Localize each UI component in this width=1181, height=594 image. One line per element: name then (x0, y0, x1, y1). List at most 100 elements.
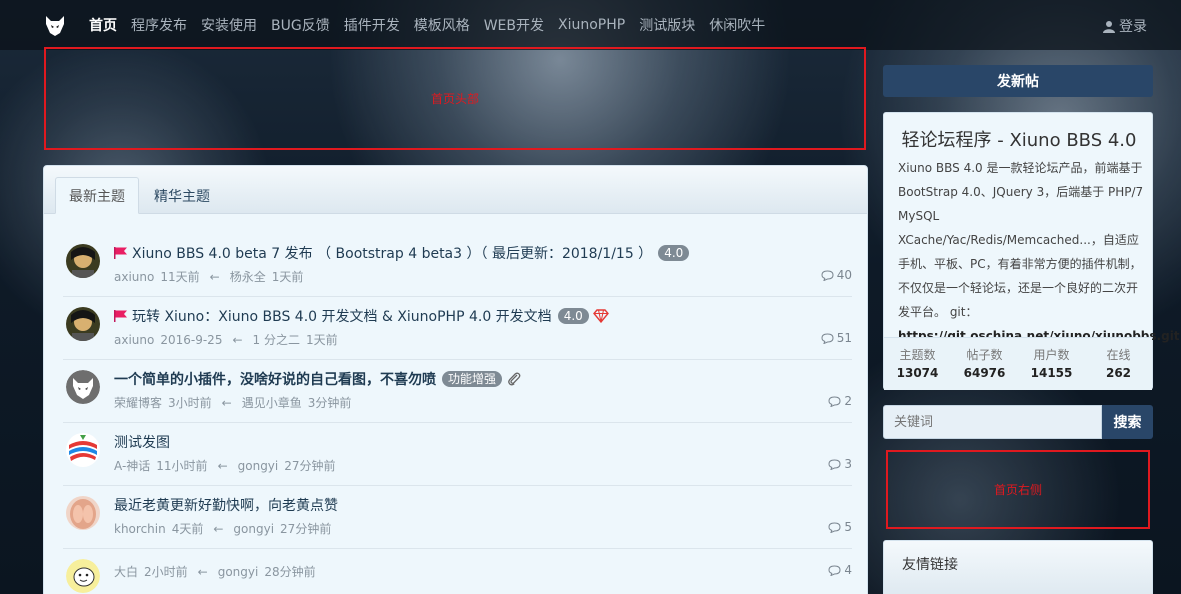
comment-icon (821, 269, 834, 281)
login-link[interactable]: 登录 (1103, 16, 1147, 36)
stat-value: 14155 (1030, 366, 1073, 380)
stat-online: 在线 262 (1085, 338, 1152, 390)
thread-row[interactable]: Xiuno BBS 4.0 beta 7 发布 （ Bootstrap 4 be… (63, 234, 852, 297)
avatar[interactable] (66, 370, 100, 404)
last-reply-user[interactable]: gongyi (233, 522, 274, 536)
search-form: 搜索 (883, 405, 1153, 439)
nav-item-xiunophp[interactable]: XiunoPHP (558, 17, 625, 33)
thread-title-text: 测试发图 (114, 435, 170, 451)
avatar[interactable] (66, 307, 100, 341)
thread-time: 4天前 (171, 522, 204, 536)
reply-count-value: 40 (836, 268, 852, 282)
thread-time: 11天前 (160, 270, 200, 284)
thread-time: 3小时前 (168, 396, 212, 410)
thread-time: 11小时前 (156, 459, 208, 473)
nav-item-release[interactable]: 程序发布 (131, 15, 187, 35)
thread-tabs: 最新主题 精华主题 (44, 166, 867, 214)
stat-label: 在线 (1106, 348, 1131, 362)
home-header-label: 首页头部 (430, 92, 479, 106)
thread-time: 2小时前 (144, 565, 188, 579)
thread-title[interactable]: 最近老黄更新好勤快啊，向老黄点赞 (114, 495, 338, 515)
thread-author[interactable]: khorchin (114, 522, 166, 536)
thread-row[interactable]: 大白 2小时前 ← gongyi 28分钟前 4 (63, 549, 852, 594)
last-reply-time: 27分钟前 (280, 522, 332, 536)
user-icon (1103, 20, 1115, 33)
thread-author[interactable]: 荣耀博客 (114, 396, 162, 410)
friend-links-card: 友情链接 (883, 540, 1153, 594)
left-arrow-icon: ← (221, 396, 232, 410)
nav-item-web[interactable]: WEB开发 (484, 15, 544, 35)
avatar[interactable] (66, 559, 100, 593)
thread-author[interactable]: 大白 (114, 565, 138, 579)
thread-author[interactable]: axiuno (114, 270, 154, 284)
thread-title-text: 最近老黄更新好勤快啊，向老黄点赞 (114, 498, 338, 514)
avatar[interactable] (66, 244, 100, 278)
comment-icon (821, 332, 834, 344)
nav-item-plugin[interactable]: 插件开发 (344, 15, 400, 35)
avatar[interactable] (66, 496, 100, 530)
thread-meta: A-神话 11小时前 ← gongyi 27分钟前 (114, 457, 342, 474)
thread-time: 2016-9-25 (160, 333, 223, 347)
avatar[interactable] (66, 433, 100, 467)
version-badge: 4.0 (658, 245, 690, 261)
reply-count: 3 (828, 457, 852, 471)
last-reply-user[interactable]: gongyi (238, 459, 279, 473)
reply-count-value: 51 (836, 331, 852, 345)
paperclip-icon (508, 372, 521, 386)
stat-value: 64976 (963, 366, 1006, 380)
thread-meta: axiuno 11天前 ← 杨永全 1天前 (114, 268, 309, 285)
stat-label: 用户数 (1033, 348, 1070, 362)
site-logo-icon[interactable] (45, 15, 65, 37)
comment-icon (828, 458, 841, 470)
last-reply-user[interactable]: gongyi (218, 565, 259, 579)
stat-value: 262 (1105, 366, 1132, 380)
last-reply-time: 1天前 (271, 270, 304, 284)
nav-item-bug[interactable]: BUG反馈 (271, 15, 330, 35)
thread-row[interactable]: 测试发图 A-神话 11小时前 ← gongyi 27分钟前 3 (63, 423, 852, 486)
last-reply-user[interactable]: 1 分之二 (253, 333, 300, 347)
thread-title-text: 玩转 Xiuno：Xiuno BBS 4.0 开发文档 & XiunoPHP 4… (132, 309, 552, 325)
search-button[interactable]: 搜索 (1102, 405, 1153, 439)
reply-count-value: 3 (844, 457, 852, 471)
tab-digest[interactable]: 精华主题 (141, 177, 223, 214)
last-reply-user[interactable]: 杨永全 (230, 270, 266, 284)
comment-icon (828, 395, 841, 407)
thread-author[interactable]: A-神话 (114, 459, 150, 473)
left-arrow-icon: ← (197, 565, 208, 579)
thread-author[interactable]: axiuno (114, 333, 154, 347)
left-arrow-icon: ← (232, 333, 243, 347)
flag-icon (114, 310, 127, 322)
thread-title-text: Xiuno BBS 4.0 beta 7 发布 （ Bootstrap 4 be… (132, 246, 653, 262)
search-input[interactable] (883, 405, 1102, 439)
site-description: Xiuno BBS 4.0 是一款轻论坛产品，前端基于 BootStrap 4.… (898, 156, 1180, 348)
left-arrow-icon: ← (209, 270, 220, 284)
thread-title[interactable]: 测试发图 (114, 432, 170, 452)
thread-row[interactable]: 玩转 Xiuno：Xiuno BBS 4.0 开发文档 & XiunoPHP 4… (63, 297, 852, 360)
thread-title[interactable]: 玩转 Xiuno：Xiuno BBS 4.0 开发文档 & XiunoPHP 4… (114, 306, 609, 326)
nav-item-install[interactable]: 安装使用 (201, 15, 257, 35)
thread-list-card: 最新主题 精华主题 Xiuno BBS 4.0 beta 7 发布 （ Boot… (43, 165, 868, 594)
flag-icon (114, 247, 127, 259)
comment-icon (828, 521, 841, 533)
left-arrow-icon: ← (213, 522, 224, 536)
nav-item-chat[interactable]: 休闲吹牛 (709, 15, 765, 35)
stat-label: 主题数 (899, 348, 936, 362)
nav-item-home[interactable]: 首页 (89, 15, 117, 35)
last-reply-user[interactable]: 遇见小章鱼 (242, 396, 302, 410)
nav-item-test[interactable]: 测试版块 (639, 15, 695, 35)
top-navbar: 首页 程序发布 安装使用 BUG反馈 插件开发 模板风格 WEB开发 Xiuno… (0, 0, 1181, 50)
thread-title[interactable]: Xiuno BBS 4.0 beta 7 发布 （ Bootstrap 4 be… (114, 243, 690, 263)
main-nav: 首页 程序发布 安装使用 BUG反馈 插件开发 模板风格 WEB开发 Xiuno… (89, 0, 779, 50)
new-post-button[interactable]: 发新帖 (883, 65, 1153, 97)
site-title: 轻论坛程序 - Xiuno BBS 4.0 (901, 130, 1137, 151)
thread-row[interactable]: 最近老黄更新好勤快啊，向老黄点赞 khorchin 4天前 ← gongyi 27分钟前… (63, 486, 852, 549)
comment-icon (828, 564, 841, 576)
tab-latest[interactable]: 最新主题 (55, 177, 139, 214)
reply-count: 40 (821, 268, 852, 282)
thread-title[interactable]: 一个简单的小插件，没啥好说的自己看图，不喜勿喷 功能增强 (114, 369, 521, 389)
nav-item-theme[interactable]: 模板风格 (414, 15, 470, 35)
version-badge: 4.0 (557, 308, 589, 324)
thread-meta: axiuno 2016-9-25 ← 1 分之二 1天前 (114, 331, 344, 348)
thread-row[interactable]: 一个简单的小插件，没啥好说的自己看图，不喜勿喷 功能增强 荣耀博客 3小时前 ← 遇见… (63, 360, 852, 423)
home-right-label: 首页右侧 (993, 483, 1042, 497)
